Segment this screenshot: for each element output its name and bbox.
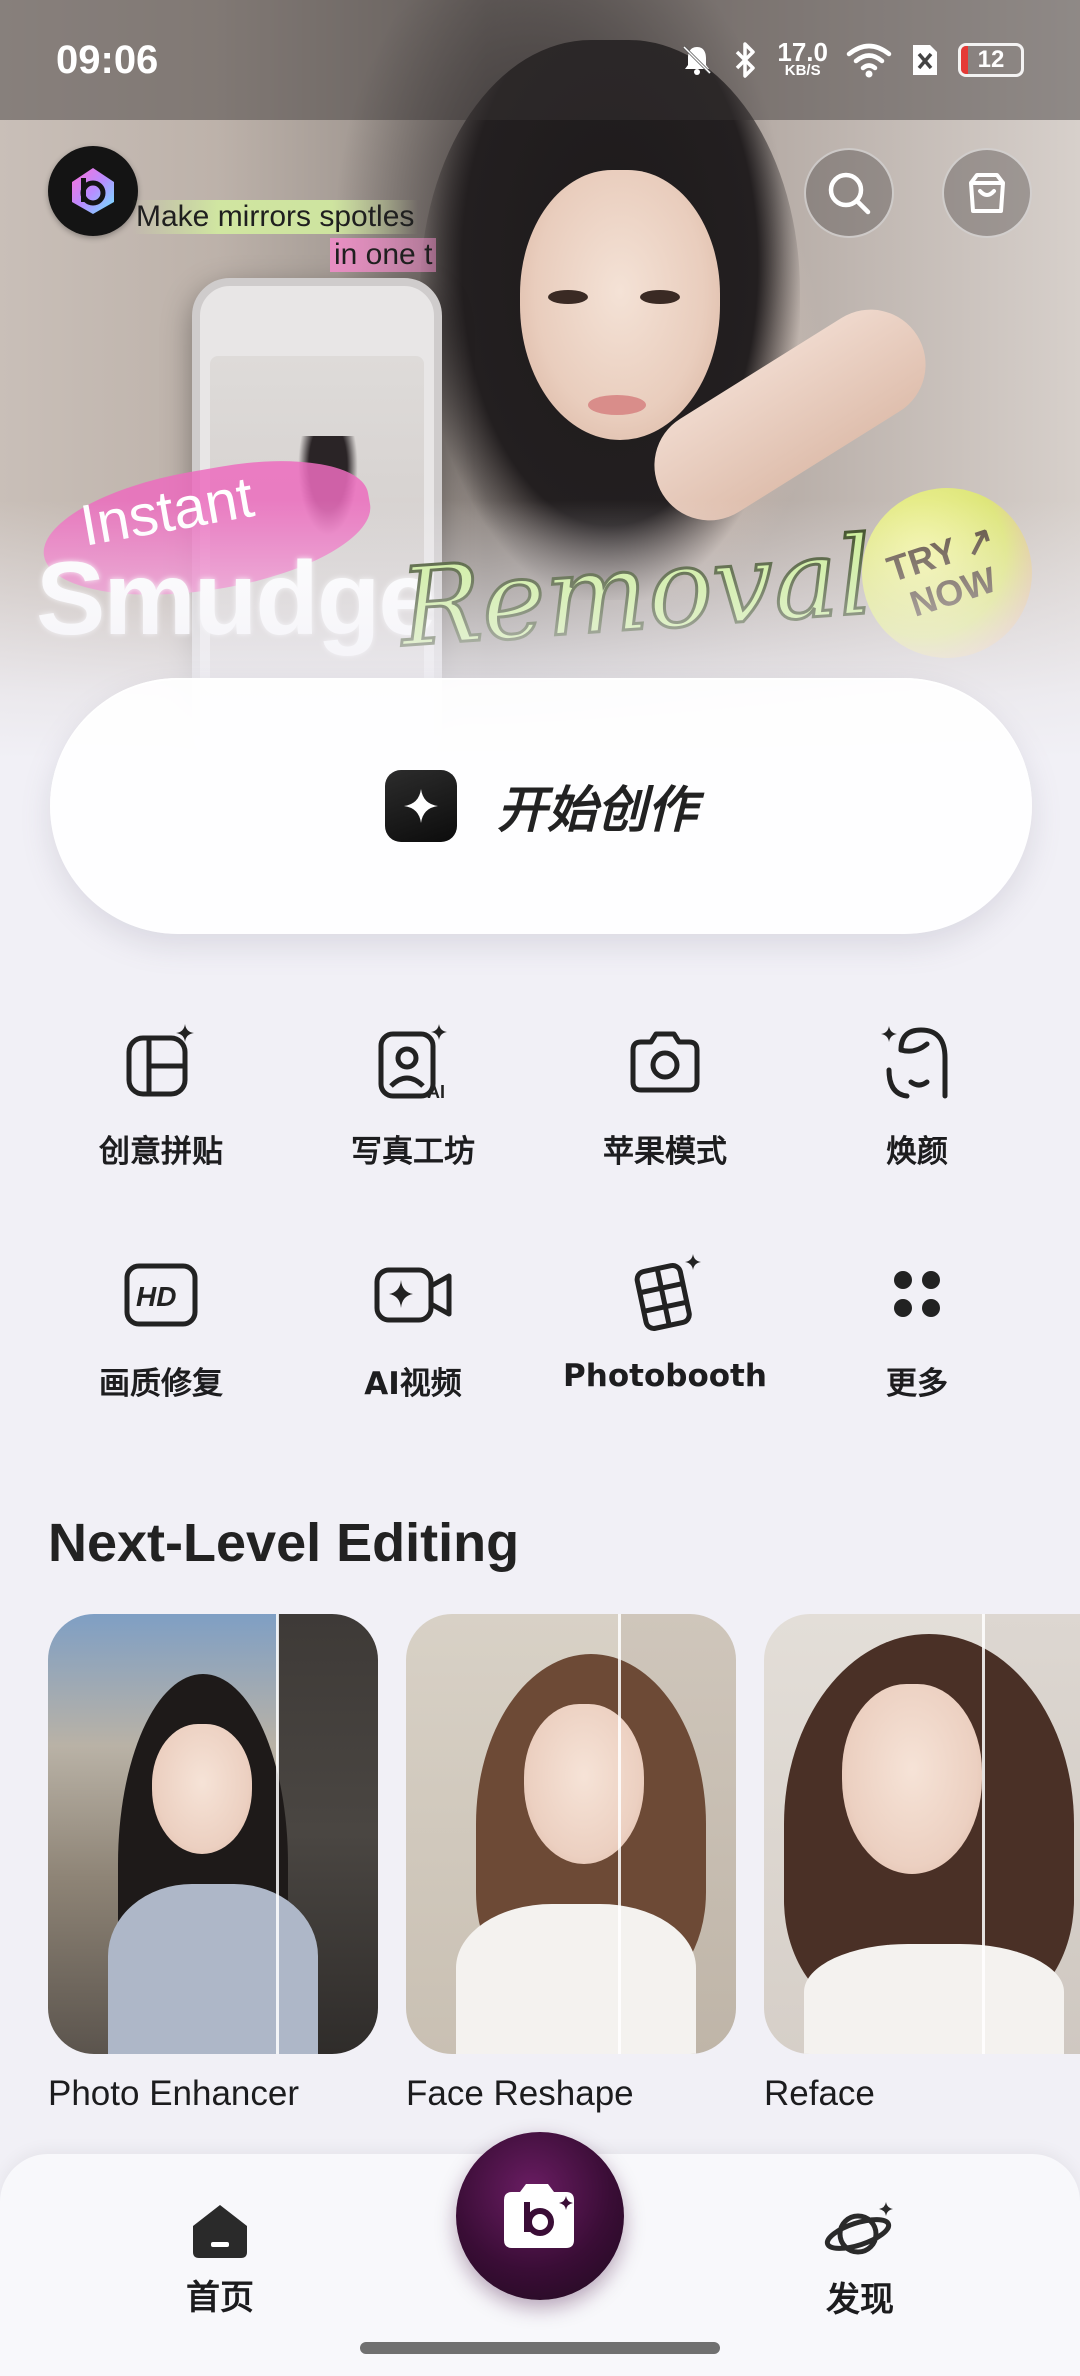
- search-button[interactable]: [804, 148, 894, 238]
- hero-headline-small: Instant: [75, 464, 259, 559]
- card-reface-top: [804, 1944, 1064, 2054]
- tool-more[interactable]: 更多: [792, 1252, 1042, 1422]
- try-now-badge[interactable]: TRY ↗ NOW: [839, 465, 1055, 681]
- card-photo-enhancer[interactable]: [48, 1614, 378, 2054]
- status-bar: 09:06 17.0 KB/S 12: [0, 0, 1080, 120]
- try-now-line1: TRY ↗: [881, 516, 1000, 591]
- tool-photobooth-label: Photobooth: [563, 1358, 767, 1394]
- tool-more-label: 更多: [886, 1366, 948, 1402]
- sparkle-icon: [385, 770, 457, 842]
- ai-portrait-icon: AI: [378, 1024, 447, 1102]
- battery-percent: 12: [977, 46, 1005, 73]
- camera-button[interactable]: [456, 2132, 624, 2300]
- start-create-button[interactable]: 开始创作: [50, 678, 1032, 934]
- svg-text:HD: HD: [136, 1281, 176, 1312]
- tool-ai-portrait-label: 写真工坊: [351, 1134, 475, 1170]
- status-icons: 17.0 KB/S 12: [679, 39, 1024, 79]
- card-photo-enhancer-top: [108, 1884, 318, 2054]
- tool-ai-video-label: AI视频: [364, 1366, 462, 1402]
- hero-lips: [588, 395, 646, 415]
- more-dots-icon: [894, 1271, 940, 1317]
- tool-hd-restore[interactable]: HD 画质修复: [36, 1252, 286, 1422]
- network-speed-unit: KB/S: [784, 62, 821, 79]
- logo-b-icon: [72, 168, 114, 214]
- hero-tagline-line2: in one t: [330, 238, 437, 272]
- photobooth-icon: [634, 1254, 701, 1331]
- tool-ai-video[interactable]: AI视频: [288, 1252, 538, 1422]
- app-logo[interactable]: [48, 146, 138, 236]
- card-reface-divider: [982, 1614, 985, 2054]
- start-create-label: 开始创作: [497, 781, 697, 839]
- sim-x-icon: [913, 45, 937, 75]
- face-glow-icon: [881, 1026, 948, 1099]
- tool-hd-restore-label: 画质修复: [99, 1366, 223, 1402]
- search-icon: [828, 172, 871, 215]
- hero-eye-left: [548, 290, 588, 304]
- tool-apple-mode[interactable]: 苹果模式: [540, 1020, 790, 1190]
- home-indicator[interactable]: [360, 2342, 720, 2354]
- tool-face-glow[interactable]: 焕颜: [792, 1020, 1042, 1190]
- svg-text:AI: AI: [427, 1082, 445, 1102]
- shop-bag-icon: [969, 173, 1005, 213]
- battery-level-fill: [961, 46, 969, 74]
- camera-icon: [630, 1031, 700, 1093]
- tool-collage[interactable]: 创意拼贴: [36, 1020, 286, 1190]
- hero-pink-blob: [34, 442, 380, 618]
- hero-phone-screen: [210, 356, 424, 690]
- card-reface-label: Reface: [764, 2074, 875, 2113]
- card-photo-enhancer-label: Photo Enhancer: [48, 2074, 300, 2113]
- card-face-reshape-top: [456, 1904, 696, 2054]
- planet-icon: [824, 2202, 893, 2255]
- try-now-line2: NOW: [904, 558, 1002, 625]
- collage-icon: [126, 1024, 194, 1097]
- tool-face-glow-label: 焕颜: [886, 1134, 948, 1170]
- home-icon: [193, 2205, 247, 2258]
- nav-discover-label: 发现: [826, 2280, 894, 2320]
- mute-bell-icon: [683, 45, 712, 75]
- card-face-reshape-divider: [618, 1614, 621, 2054]
- card-face-reshape[interactable]: [406, 1614, 736, 2054]
- wifi-icon: [846, 43, 892, 78]
- bluetooth-icon: [736, 42, 756, 78]
- card-photo-enhancer-face: [152, 1724, 252, 1854]
- camera-b-icon: [504, 2184, 574, 2248]
- card-face-reshape-label: Face Reshape: [406, 2074, 634, 2113]
- tool-apple-mode-label: 苹果模式: [603, 1134, 727, 1170]
- card-face-reshape-face: [524, 1704, 644, 1864]
- nav-discover[interactable]: 发现: [780, 2200, 940, 2321]
- tool-collage-label: 创意拼贴: [99, 1134, 223, 1170]
- nav-home-label: 首页: [186, 2278, 254, 2318]
- shop-button[interactable]: [942, 148, 1032, 238]
- tool-ai-portrait[interactable]: AI 写真工坊: [288, 1020, 538, 1190]
- card-photo-enhancer-divider: [276, 1614, 279, 2054]
- ai-video-icon: [374, 1267, 452, 1323]
- network-speed: 17.0 KB/S: [777, 39, 828, 79]
- hero-tagline-line1: Make mirrors spotles: [132, 200, 419, 234]
- nav-home[interactable]: 首页: [140, 2200, 300, 2319]
- card-reface-face: [842, 1684, 982, 1874]
- card-reface[interactable]: [764, 1614, 1080, 2054]
- hero-headline-big: Smudge: [36, 541, 436, 657]
- hero-headline-script: Removal: [395, 512, 878, 673]
- status-time: 09:06: [56, 37, 159, 82]
- hd-icon: HD: [124, 1263, 198, 1327]
- hero-eye-right: [640, 290, 680, 304]
- tool-photobooth[interactable]: Photobooth: [540, 1252, 790, 1422]
- section-title: Next-Level Editing: [48, 1513, 520, 1573]
- battery-icon: 12: [958, 43, 1024, 77]
